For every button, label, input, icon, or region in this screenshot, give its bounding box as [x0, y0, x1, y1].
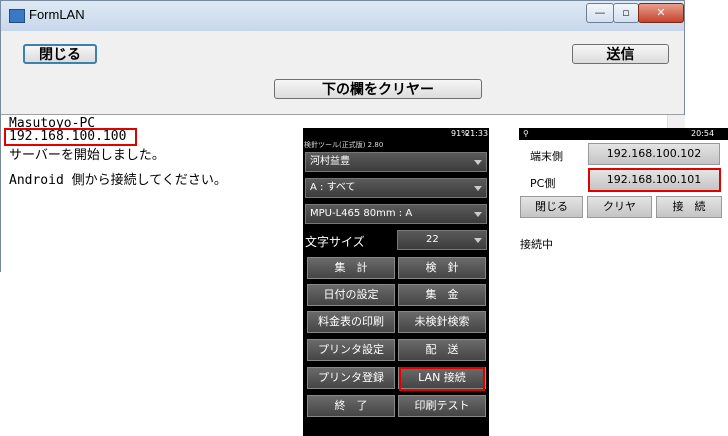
- name-dropdown[interactable]: 河村益豊: [305, 152, 487, 172]
- right-phone-status-bar: ⚲ 20:54: [519, 128, 728, 140]
- font-size-label: 文字サイズ: [305, 235, 365, 249]
- menu-date-setting-button[interactable]: 日付の設定: [307, 284, 395, 306]
- menu-unread-search-button[interactable]: 未検針検索: [398, 311, 486, 333]
- menu-summary-button[interactable]: 集 計: [307, 257, 395, 279]
- area-dropdown[interactable]: A : すべて: [305, 178, 487, 198]
- chevron-down-icon: [474, 212, 482, 217]
- left-phone-screen: 検針ツール(正式版) 2.80 91% 21:33 河村益豊 A : すべて M…: [303, 128, 489, 436]
- font-size-value: 22: [426, 234, 439, 245]
- name-dropdown-value: 河村益豊: [310, 156, 350, 167]
- title-bar[interactable]: FormLAN — ▫ ✕: [1, 1, 684, 31]
- printer-dropdown[interactable]: MPU-L465 80mm : A: [305, 204, 487, 224]
- usb-icon: ⚲: [523, 129, 529, 138]
- right-status-time: 20:54: [691, 129, 715, 138]
- log-line-server-started: サーバーを開始しました。: [9, 148, 165, 163]
- printer-dropdown-value: MPU-L465 80mm : A: [310, 208, 413, 219]
- left-status-time: 21:33: [465, 129, 489, 138]
- menu-collection-button[interactable]: 集 金: [398, 284, 486, 306]
- chevron-down-icon: [474, 160, 482, 165]
- menu-delivery-button[interactable]: 配 送: [398, 339, 486, 361]
- pc-ip-highlight-box: [588, 168, 721, 192]
- area-dropdown-value: A : すべて: [310, 182, 356, 193]
- close-button[interactable]: 閉じる: [23, 44, 97, 64]
- menu-meter-read-button[interactable]: 検 針: [398, 257, 486, 279]
- font-size-dropdown[interactable]: 22: [397, 230, 487, 250]
- log-line-connect-hint: Android 側から接続してください。: [9, 173, 227, 188]
- minimize-button[interactable]: —: [586, 3, 614, 23]
- clear-below-button[interactable]: 下の欄をクリヤー: [274, 79, 482, 99]
- left-phone-status-bar: 検針ツール(正式版) 2.80 91% 21:33: [303, 128, 489, 149]
- close-window-button[interactable]: ✕: [638, 3, 684, 23]
- pc-label: PC側: [530, 177, 556, 190]
- app-icon: [9, 9, 25, 23]
- right-connect-button[interactable]: 接 続: [656, 196, 722, 218]
- menu-printer-setting-button[interactable]: プリンタ設定: [307, 339, 395, 361]
- chevron-down-icon: [474, 186, 482, 191]
- right-phone-screen: ⚲ 20:54 端末側 192.168.100.102 PC側 192.168.…: [519, 128, 728, 436]
- window-title: FormLAN: [29, 7, 85, 22]
- right-close-button[interactable]: 閉じる: [520, 196, 583, 218]
- left-app-version: 検針ツール(正式版) 2.80: [304, 141, 384, 149]
- menu-price-print-button[interactable]: 料金表の印刷: [307, 311, 395, 333]
- restore-button[interactable]: ▫: [613, 3, 639, 23]
- chevron-down-icon: [474, 238, 482, 243]
- right-clear-button[interactable]: クリヤ: [587, 196, 652, 218]
- menu-print-test-button[interactable]: 印刷テスト: [398, 395, 486, 417]
- menu-exit-button[interactable]: 終 了: [307, 395, 395, 417]
- menu-printer-register-button[interactable]: プリンタ登録: [307, 367, 395, 389]
- terminal-label: 端末側: [530, 150, 563, 163]
- send-button[interactable]: 送信: [572, 44, 669, 64]
- ip-highlight-box: [4, 128, 137, 146]
- connecting-status: 接続中: [520, 238, 553, 251]
- terminal-ip-field[interactable]: 192.168.100.102: [588, 143, 720, 165]
- lan-connect-highlight-box: [399, 367, 485, 391]
